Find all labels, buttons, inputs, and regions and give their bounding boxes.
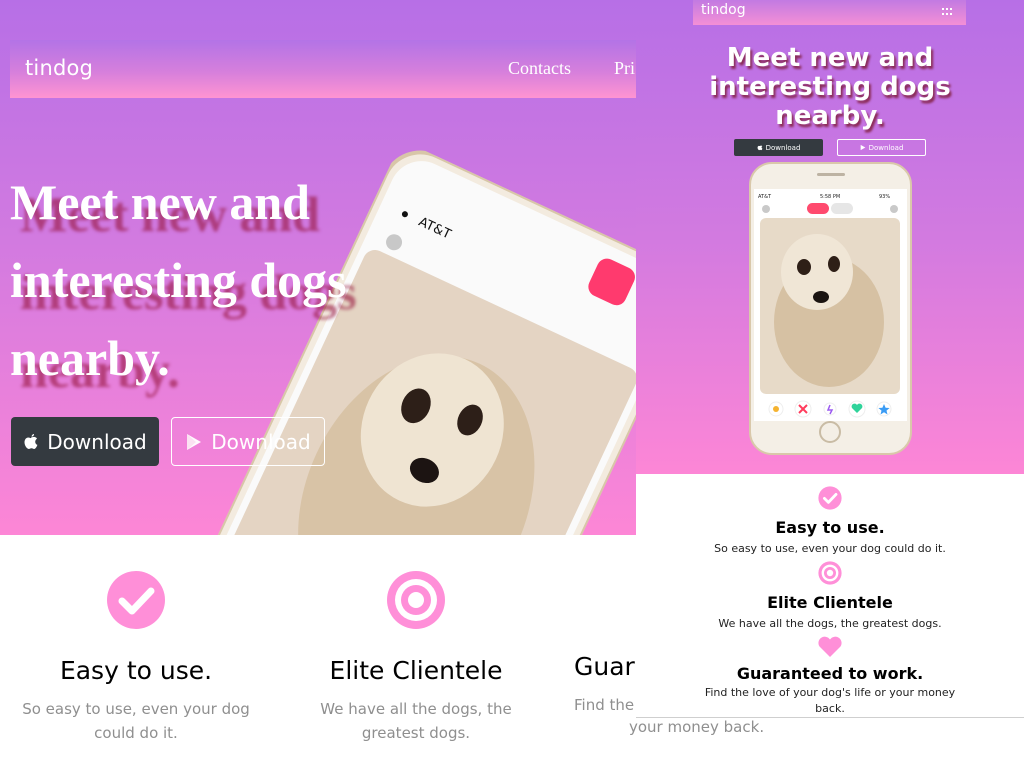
feature-easy-title: Easy to use. (59, 656, 213, 685)
mobile-phone-battery: 93% (879, 194, 890, 200)
desktop-viewport: tindog Contacts Pri AT&T Meet new and in… (0, 0, 636, 768)
hero-heading-line-1: Meet new and (10, 174, 310, 230)
mobile-hero-section: tindog Meet new and interesting dogs nea… (636, 0, 1024, 474)
hero-section: tindog Contacts Pri AT&T Meet new and in… (0, 0, 636, 535)
mobile-hero-heading: Meet new and interesting dogs nearby. (636, 44, 1024, 131)
hero-heading: Meet new and interesting dogs nearby. (10, 163, 450, 397)
mobile-feature-easy-text: So easy to use, even your dog could do i… (714, 542, 946, 555)
mobile-feature-elite-title: Elite Clientele (767, 593, 893, 612)
mobile-feature-elite-text: We have all the dogs, the greatest dogs. (718, 617, 942, 630)
mobile-phone-carrier: AT&T (758, 194, 772, 200)
feature-elite: Elite Clientele We have all the dogs, th… (296, 570, 536, 745)
mobile-phone-mockup: AT&T 5:58 PM 93% (749, 162, 912, 455)
mobile-feature-guaranteed: Guaranteed to work. Find the love of you… (636, 636, 1024, 717)
download-google-label: Download (211, 429, 311, 454)
hero-heading-line-2: interesting dogs (10, 252, 347, 308)
mobile-feature-elite: Elite Clientele We have all the dogs, th… (636, 561, 1024, 632)
download-apple-button[interactable]: Download (11, 417, 159, 466)
feature-guaranteed-title: Guara (574, 652, 636, 681)
hamburger-icon[interactable] (942, 6, 952, 18)
mobile-phone-time: 5:58 PM (820, 194, 840, 200)
mobile-viewport: tindog Meet new and interesting dogs nea… (636, 0, 1024, 718)
mobile-hero-heading-line-2: interesting dogs (709, 72, 951, 102)
nav-link-contacts[interactable]: Contacts (508, 58, 571, 79)
mobile-check-circle-icon (818, 486, 842, 510)
feature-easy: Easy to use. So easy to use, even your d… (16, 570, 256, 745)
feature-guaranteed: Guara Find the (574, 570, 636, 717)
mobile-download-google-button[interactable]: Download (837, 139, 926, 156)
mobile-phone-graphic: AT&T 5:58 PM 93% (749, 162, 912, 455)
mobile-google-play-icon (860, 144, 865, 151)
mobile-brand-logo[interactable]: tindog (701, 2, 746, 18)
mobile-feature-guaranteed-title: Guaranteed to work. (736, 664, 924, 683)
mobile-download-apple-button[interactable]: Download (734, 139, 823, 156)
download-google-button[interactable]: Download (171, 417, 325, 466)
feature-elite-title: Elite Clientele (329, 656, 503, 685)
mobile-download-google-label: Download (868, 143, 904, 152)
apple-icon (24, 433, 38, 449)
mobile-feature-easy: Easy to use. So easy to use, even your d… (636, 486, 1024, 557)
mobile-hero-heading-line-3: nearby. (775, 101, 885, 131)
mobile-heart-icon (818, 636, 842, 657)
google-play-icon (187, 433, 202, 450)
mobile-feature-guaranteed-text: Find the love of your dog's life or your… (704, 686, 956, 715)
mobile-download-apple-label: Download (765, 143, 801, 152)
feature-guaranteed-text-overflow: your money back. (629, 718, 765, 736)
mobile-apple-icon (757, 145, 762, 151)
feature-easy-text: So easy to use, even your dog could do i… (22, 700, 250, 742)
feature-guaranteed-text: Find the (574, 696, 635, 714)
mobile-bottom-divider (636, 717, 1024, 718)
hero-heading-line-3: nearby. (10, 330, 170, 386)
mobile-bullseye-icon (818, 561, 842, 585)
brand-logo[interactable]: tindog (25, 56, 93, 80)
check-circle-icon (107, 571, 165, 629)
nav-link-pricing[interactable]: Pri (614, 58, 635, 79)
bullseye-icon (387, 571, 445, 629)
feature-elite-text: We have all the dogs, the greatest dogs. (320, 700, 512, 742)
mobile-feature-easy-title: Easy to use. (775, 518, 885, 537)
download-apple-label: Download (47, 429, 147, 454)
mobile-hero-heading-line-1: Meet new and (726, 43, 934, 73)
